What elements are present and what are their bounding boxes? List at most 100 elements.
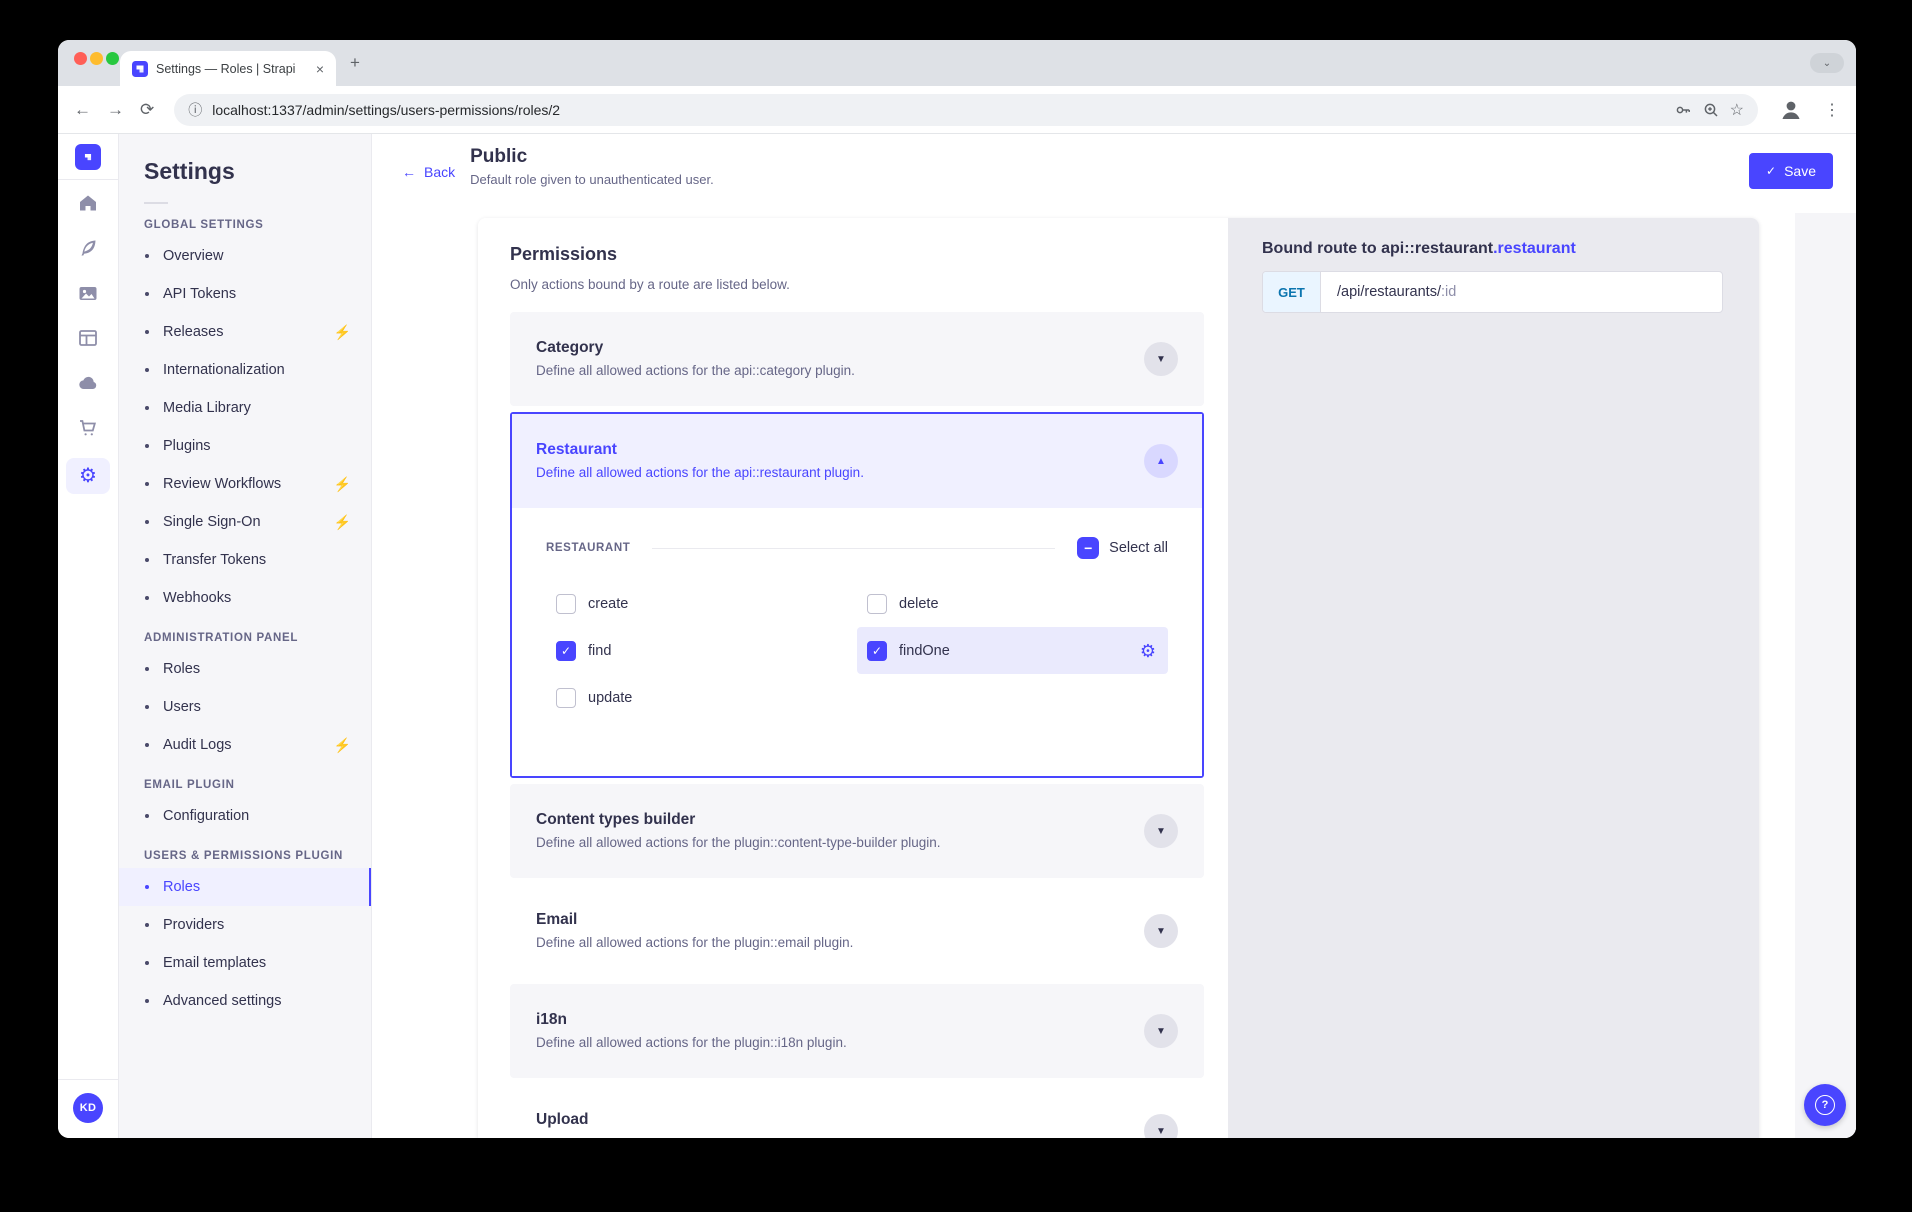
delete-checkbox[interactable] — [867, 594, 887, 614]
chevron-down-icon[interactable]: ▼ — [1144, 914, 1178, 948]
strapi-app: ⚙ KD Settings GLOBAL SETTINGS Overview A… — [58, 134, 1856, 1138]
action-findone[interactable]: ✓ findOne ⚙ — [857, 627, 1168, 674]
settings-sidebar: Settings GLOBAL SETTINGS Overview API To… — [119, 134, 372, 1138]
chevron-down-icon[interactable]: ▼ — [1144, 342, 1178, 376]
tab-strip: Settings — Roles | Strapi × + ⌄ — [58, 40, 1856, 86]
settings-nav-active[interactable]: ⚙ — [66, 458, 110, 494]
accordion-restaurant-header[interactable]: Restaurant Define all allowed actions fo… — [512, 414, 1202, 508]
group-label: RESTAURANT — [546, 542, 630, 554]
restaurant-permission-body: RESTAURANT − Select all create — [512, 508, 1202, 776]
advanced-settings-cog-icon[interactable]: ⚙ — [1140, 642, 1156, 660]
sidebar-item-single-sign-on[interactable]: Single Sign-On⚡ — [119, 503, 371, 541]
sidebar-item-api-tokens[interactable]: API Tokens — [119, 275, 371, 313]
back-arrow-icon: ← — [402, 164, 416, 180]
sidebar-item-transfer-tokens[interactable]: Transfer Tokens — [119, 541, 371, 579]
sidebar-item-releases[interactable]: Releases⚡ — [119, 313, 371, 351]
sidebar-item-audit-logs[interactable]: Audit Logs⚡ — [119, 726, 371, 764]
bound-route-panel: Bound route to api::restaurant.restauran… — [1228, 218, 1759, 1138]
findone-checkbox[interactable]: ✓ — [867, 641, 887, 661]
permissions-heading: Permissions — [510, 244, 1204, 265]
page-title: Public — [470, 146, 714, 168]
accordion-email[interactable]: Email Define all allowed actions for the… — [510, 884, 1204, 978]
bookmark-star-icon[interactable]: ☆ — [1730, 100, 1744, 120]
sidebar-item-webhooks[interactable]: Webhooks — [119, 579, 371, 617]
check-icon: ✓ — [1766, 164, 1776, 178]
accordion-content-types-builder[interactable]: Content types builder Define all allowed… — [510, 784, 1204, 878]
boost-bolt-icon: ⚡ — [334, 514, 351, 531]
permissions-card: Permissions Only actions bound by a rout… — [478, 218, 1759, 1138]
tab-search-chevron-icon[interactable]: ⌄ — [1810, 53, 1844, 73]
update-checkbox[interactable] — [556, 688, 576, 708]
window-zoom-button[interactable] — [106, 52, 119, 65]
permissions-panel: Permissions Only actions bound by a rout… — [478, 218, 1228, 1138]
tab-close-icon[interactable]: × — [312, 61, 328, 77]
back-link[interactable]: ← Back — [402, 164, 455, 180]
sidebar-item-plugins[interactable]: Plugins — [119, 427, 371, 465]
chevron-up-icon[interactable]: ▲ — [1144, 444, 1178, 478]
action-grid: create delete ✓ find — [546, 580, 1168, 721]
sidebar-item-overview[interactable]: Overview — [119, 237, 371, 275]
cloud-icon[interactable] — [78, 373, 98, 393]
find-checkbox[interactable]: ✓ — [556, 641, 576, 661]
tab-title: Settings — Roles | Strapi — [156, 62, 304, 76]
back-icon[interactable]: ← — [74, 101, 91, 118]
home-icon[interactable] — [78, 193, 98, 213]
url-text[interactable]: localhost:1337/admin/settings/users-perm… — [212, 102, 1663, 118]
select-all-checkbox[interactable]: − — [1077, 537, 1099, 559]
browser-menu-icon[interactable]: ⋮ — [1820, 100, 1844, 120]
sidebar-item-users[interactable]: Users — [119, 688, 371, 726]
accordion-category[interactable]: Category Define all allowed actions for … — [510, 312, 1204, 406]
window-minimize-button[interactable] — [90, 52, 103, 65]
marketplace-cart-icon[interactable] — [78, 418, 98, 438]
sidebar-item-up-roles[interactable]: Roles — [119, 868, 371, 906]
bound-route-title: Bound route to api::restaurant.restauran… — [1262, 240, 1723, 258]
sidebar-item-internationalization[interactable]: Internationalization — [119, 351, 371, 389]
main-pane: ← Back Public Default role given to unau… — [372, 134, 1856, 1138]
accordion-list: Category Define all allowed actions for … — [510, 312, 1204, 1138]
rail-divider — [58, 179, 118, 180]
action-delete: delete — [857, 580, 1168, 627]
password-key-icon[interactable] — [1674, 101, 1692, 119]
browser-tab[interactable]: Settings — Roles | Strapi × — [120, 51, 336, 86]
browser-toolbar: ← → ⟳ ⓘ localhost:1337/admin/settings/us… — [58, 86, 1856, 134]
reload-icon[interactable]: ⟳ — [140, 101, 154, 118]
sidebar-item-advanced-settings[interactable]: Advanced settings — [119, 982, 371, 1020]
sidebar-title-divider — [144, 202, 168, 204]
accordion-upload[interactable]: Upload ▼ — [510, 1084, 1204, 1138]
chevron-down-icon[interactable]: ▼ — [1144, 1014, 1178, 1048]
save-button[interactable]: ✓ Save — [1749, 153, 1833, 189]
section-administration-panel: ADMINISTRATION PANEL — [144, 632, 371, 644]
help-button[interactable]: ? — [1804, 1084, 1846, 1126]
window-close-button[interactable] — [74, 52, 87, 65]
content-manager-feather-icon[interactable] — [78, 238, 98, 258]
new-tab-button[interactable]: + — [350, 53, 360, 73]
sidebar-item-configuration[interactable]: Configuration — [119, 797, 371, 835]
select-all-label: Select all — [1109, 540, 1168, 556]
section-email-plugin: EMAIL PLUGIN — [144, 779, 371, 791]
accordion-i18n[interactable]: i18n Define all allowed actions for the … — [510, 984, 1204, 1078]
accordion-restaurant: Restaurant Define all allowed actions fo… — [510, 412, 1204, 778]
boost-bolt-icon: ⚡ — [334, 476, 351, 493]
content-type-builder-icon[interactable] — [78, 328, 98, 348]
strapi-logo[interactable] — [75, 144, 101, 170]
forward-icon[interactable]: → — [107, 101, 124, 118]
route-display: GET /api/restaurants/:id — [1262, 271, 1723, 313]
sidebar-item-media-library[interactable]: Media Library — [119, 389, 371, 427]
boost-bolt-icon: ⚡ — [334, 324, 351, 341]
sidebar-item-admin-roles[interactable]: Roles — [119, 650, 371, 688]
sidebar-item-email-templates[interactable]: Email templates — [119, 944, 371, 982]
question-icon: ? — [1815, 1095, 1835, 1115]
user-avatar[interactable]: KD — [73, 1093, 103, 1123]
site-info-icon[interactable]: ⓘ — [188, 100, 202, 120]
chevron-down-icon[interactable]: ▼ — [1144, 814, 1178, 848]
media-library-icon[interactable] — [78, 283, 98, 303]
browser-window: Settings — Roles | Strapi × + ⌄ ← → ⟳ ⓘ … — [58, 40, 1856, 1138]
address-bar[interactable]: ⓘ localhost:1337/admin/settings/users-pe… — [174, 94, 1758, 126]
chevron-down-icon[interactable]: ▼ — [1144, 1114, 1178, 1138]
browser-profile-avatar[interactable] — [1778, 97, 1804, 123]
sidebar-item-review-workflows[interactable]: Review Workflows⚡ — [119, 465, 371, 503]
sidebar-item-providers[interactable]: Providers — [119, 906, 371, 944]
zoom-page-icon[interactable] — [1702, 101, 1720, 119]
action-empty — [857, 674, 1168, 721]
create-checkbox[interactable] — [556, 594, 576, 614]
